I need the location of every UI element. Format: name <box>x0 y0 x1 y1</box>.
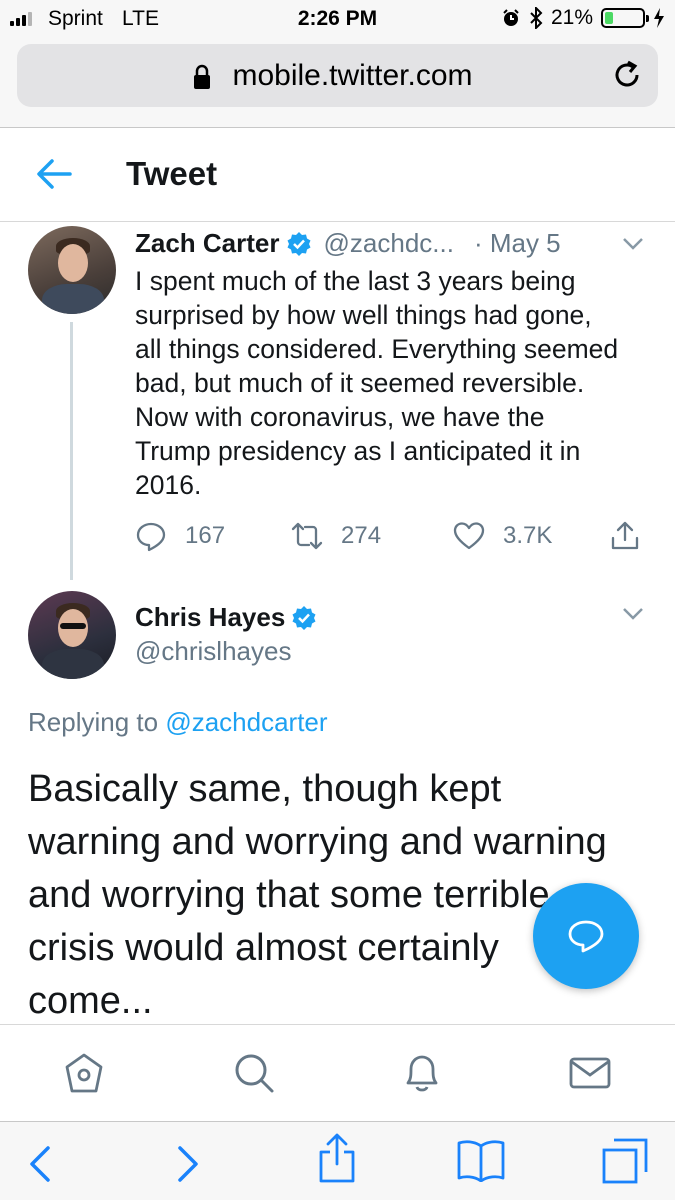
back-icon[interactable] <box>26 1144 52 1184</box>
avatar[interactable] <box>28 226 116 314</box>
search-icon[interactable] <box>232 1051 276 1095</box>
url-text: mobile.twitter.com <box>232 59 473 92</box>
page-title: Tweet <box>126 155 218 192</box>
reply-icon <box>568 920 604 953</box>
back-arrow-icon[interactable] <box>36 158 72 190</box>
share-button[interactable] <box>609 520 641 552</box>
tweet-date[interactable]: · May 5 <box>474 228 561 259</box>
address-bar[interactable]: mobile.twitter.com <box>17 44 658 107</box>
replying-to-label: Replying to <box>28 707 159 737</box>
replying-to-line: Replying to @zachdcarter <box>28 707 328 738</box>
tweet-text: I spent much of the last 3 years being s… <box>135 266 619 500</box>
verified-badge-icon <box>287 231 310 256</box>
retweet-icon <box>291 522 323 550</box>
battery-icon <box>601 8 649 28</box>
thread-connector <box>70 322 73 580</box>
compose-reply-button[interactable] <box>533 883 639 989</box>
reload-icon[interactable] <box>610 58 644 92</box>
alarm-icon <box>503 9 519 26</box>
share-icon[interactable] <box>316 1132 358 1184</box>
author-handle[interactable]: @zachdc... <box>324 228 454 259</box>
home-icon[interactable] <box>62 1051 106 1095</box>
tabs-icon[interactable] <box>600 1136 650 1186</box>
status-bar: Sprint LTE 2:26 PM 21% <box>0 0 675 38</box>
reply-icon <box>136 522 166 552</box>
bluetooth-icon <box>530 7 543 29</box>
bookmarks-icon[interactable] <box>456 1138 506 1182</box>
retweet-count: 274 <box>341 522 382 549</box>
battery-percent: 21% <box>550 6 593 29</box>
reply-button[interactable]: 167 <box>135 520 225 552</box>
mention-link[interactable]: @zachdcarter <box>165 707 327 737</box>
messages-icon[interactable] <box>568 1051 612 1095</box>
page-header: Tweet <box>0 128 675 222</box>
like-count: 3.7K <box>503 522 553 549</box>
author-name[interactable]: Chris Hayes <box>135 602 285 633</box>
retweet-button[interactable]: 274 <box>291 520 381 552</box>
like-icon <box>453 522 485 550</box>
tweet-actions: 167 274 3.7K <box>135 520 655 556</box>
browser-address-area: mobile.twitter.com <box>0 38 675 128</box>
avatar[interactable] <box>28 591 116 679</box>
chevron-down-icon[interactable] <box>622 607 644 621</box>
share-icon <box>611 521 639 550</box>
chevron-down-icon[interactable] <box>622 237 644 251</box>
twitter-bottom-nav <box>0 1024 675 1121</box>
reply-count: 167 <box>185 522 226 549</box>
charging-icon <box>654 8 664 28</box>
notifications-icon[interactable] <box>400 1051 444 1095</box>
forward-icon[interactable] <box>176 1144 202 1184</box>
like-button[interactable]: 3.7K <box>453 520 552 552</box>
browser-toolbar <box>0 1121 675 1200</box>
author-handle[interactable]: @chrislhayes <box>135 636 291 667</box>
verified-badge-icon <box>292 605 316 630</box>
author-name[interactable]: Zach Carter <box>135 228 280 259</box>
